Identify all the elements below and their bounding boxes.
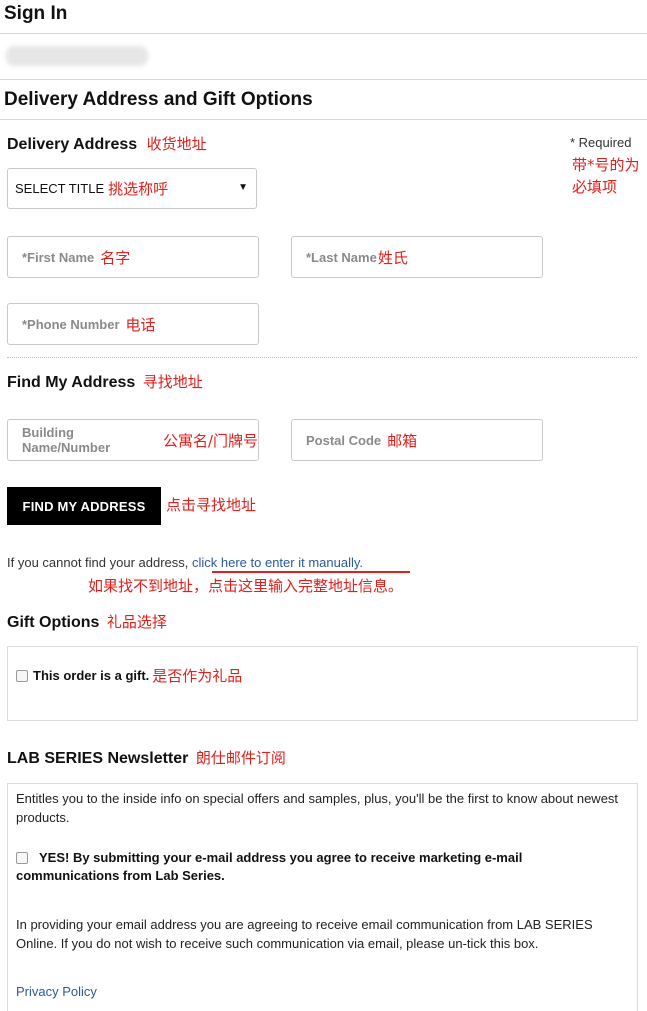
first-name-placeholder: *First Name <box>22 249 95 265</box>
sign-in-title: Sign In <box>4 3 68 24</box>
manual-entry-prefix: If you cannot find your address, <box>7 555 192 570</box>
gift-checkbox-row: This order is a gift. 是否作为礼品 <box>16 665 242 686</box>
find-address-button[interactable]: FIND MY ADDRESS <box>7 487 161 525</box>
find-address-button-label: FIND MY ADDRESS <box>22 498 146 514</box>
gift-checkbox[interactable] <box>16 669 28 682</box>
phone-number-annotation: 电话 <box>125 315 156 334</box>
first-name-annotation: 名字 <box>100 248 131 267</box>
required-note: * Required <box>570 135 632 150</box>
newsletter-disclaimer: In providing your email address you are … <box>16 917 593 951</box>
newsletter-label: LAB SERIES Newsletter <box>7 750 189 767</box>
last-name-annotation: 姓氏 <box>377 248 408 267</box>
newsletter-consent-row: YES! By submitting your e-mail address y… <box>16 850 626 883</box>
title-select[interactable]: SELECT TITLE 挑选称呼 ▼ <box>7 168 257 209</box>
required-note-annotation-line1: 带*号的为 <box>572 156 640 174</box>
dotted-divider <box>7 357 637 358</box>
postal-code-placeholder: Postal Code <box>306 432 382 448</box>
divider <box>0 119 647 120</box>
gift-options-label: Gift Options <box>7 614 100 631</box>
divider <box>0 79 647 80</box>
delivery-address-heading: Delivery Address 收货地址 <box>7 133 207 154</box>
phone-number-field[interactable]: *Phone Number 电话 <box>7 303 259 345</box>
manual-link-underline <box>212 571 410 573</box>
find-address-heading: Find My Address 寻找地址 <box>7 371 203 392</box>
newsletter-heading: LAB SERIES Newsletter 朗仕邮件订阅 <box>7 747 286 768</box>
chevron-down-icon: ▼ <box>238 182 248 193</box>
first-name-field[interactable]: *First Name 名字 <box>7 236 259 278</box>
find-address-annotation: 寻找地址 <box>142 373 203 391</box>
title-select-annotation: 挑选称呼 <box>108 180 169 198</box>
newsletter-intro: Entitles you to the inside info on speci… <box>16 791 619 825</box>
gift-options-heading: Gift Options 礼品选择 <box>7 611 167 632</box>
last-name-placeholder: *Last Name <box>306 249 377 265</box>
newsletter-consent-line1: YES! By submitting your e-mail address y… <box>39 850 523 865</box>
postal-code-field[interactable]: Postal Code 邮箱 <box>291 419 543 461</box>
gift-options-annotation: 礼品选择 <box>106 613 167 631</box>
manual-entry-line: If you cannot find your address, click h… <box>7 555 363 570</box>
building-field[interactable]: Building Name/Number 公寓名/门牌号 <box>7 419 259 461</box>
phone-number-placeholder: *Phone Number <box>22 316 120 332</box>
required-note-annotation-line2: 必填项 <box>572 178 618 196</box>
gift-checkbox-annotation: 是否作为礼品 <box>152 667 243 685</box>
section-title: Delivery Address and Gift Options <box>4 89 313 110</box>
manual-entry-link[interactable]: click here to enter it manually. <box>192 555 363 570</box>
gift-checkbox-label: This order is a gift. <box>33 668 150 683</box>
last-name-field[interactable]: *Last Name 姓氏 <box>291 236 543 278</box>
building-placeholder: Building Name/Number <box>22 425 111 455</box>
divider <box>0 33 647 34</box>
manual-entry-annotation: 如果找不到地址，点击这里输入完整地址信息。 <box>88 577 404 595</box>
blurred-account-info <box>6 46 148 66</box>
newsletter-consent-line2: communications from Lab Series. <box>16 868 225 883</box>
delivery-address-label: Delivery Address <box>7 136 138 153</box>
building-annotation: 公寓名/门牌号 <box>162 431 258 450</box>
newsletter-annotation: 朗仕邮件订阅 <box>195 749 286 767</box>
postal-code-annotation: 邮箱 <box>387 431 418 450</box>
title-select-value: SELECT TITLE <box>15 181 105 196</box>
privacy-policy-link[interactable]: Privacy Policy <box>16 984 97 999</box>
newsletter-checkbox[interactable] <box>16 851 28 864</box>
delivery-address-annotation: 收货地址 <box>146 135 207 153</box>
find-address-label: Find My Address <box>7 374 136 391</box>
find-address-button-annotation: 点击寻找地址 <box>166 496 257 514</box>
